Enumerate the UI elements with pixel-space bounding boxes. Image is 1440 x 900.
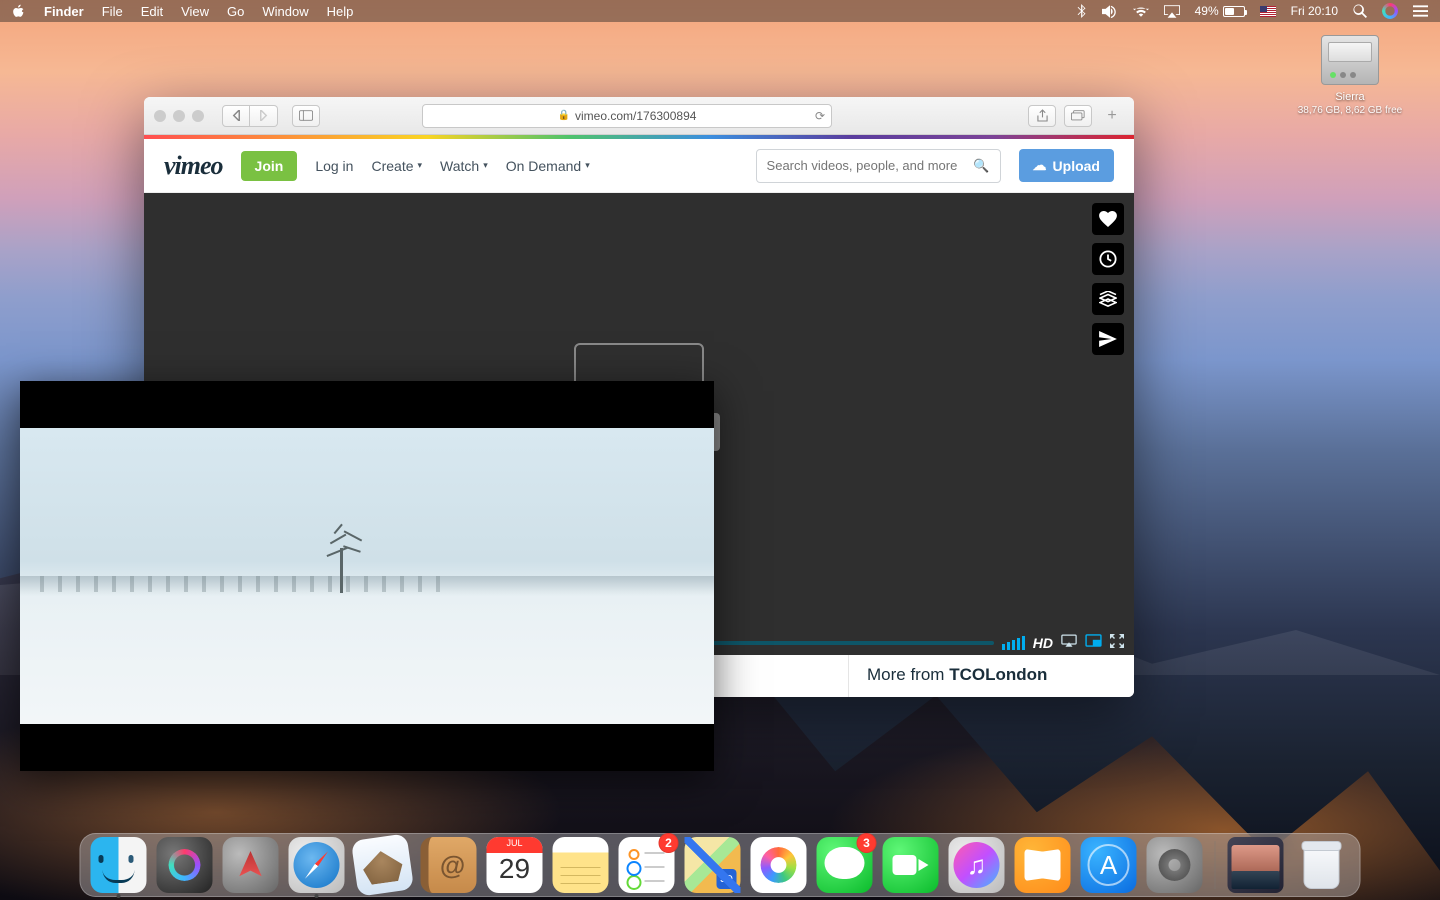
forward-button[interactable] <box>250 105 278 127</box>
dock-facetime[interactable] <box>883 837 939 893</box>
chevron-down-icon: ▾ <box>585 160 590 171</box>
menu-view[interactable]: View <box>181 4 209 19</box>
desktop-disk[interactable]: Sierra 38,76 GB, 8,62 GB free <box>1290 35 1410 116</box>
create-menu[interactable]: Create▾ <box>371 158 422 174</box>
window-controls <box>154 110 204 122</box>
menu-window[interactable]: Window <box>262 4 308 19</box>
collections-button[interactable] <box>1092 283 1124 315</box>
nav-buttons <box>222 105 278 127</box>
dock-system-preferences[interactable] <box>1147 837 1203 893</box>
pip-tree <box>311 523 371 593</box>
battery-percent: 49% <box>1195 4 1219 18</box>
volume-icon[interactable] <box>1102 5 1118 18</box>
chevron-down-icon: ▾ <box>418 160 423 171</box>
pip-control-icon[interactable] <box>1085 634 1102 652</box>
battery-icon <box>1223 6 1245 17</box>
wifi-icon[interactable] <box>1133 5 1149 17</box>
menu-help[interactable]: Help <box>327 4 354 19</box>
zoom-button[interactable] <box>192 110 204 122</box>
fullscreen-icon[interactable] <box>1110 634 1124 653</box>
dock: JUL 29 2 3D 3 <box>80 833 1361 897</box>
dock-notes[interactable] <box>553 837 609 893</box>
maps-3d-badge: 3D <box>717 869 737 889</box>
siri-menubar-icon[interactable] <box>1382 3 1398 19</box>
url-text: vimeo.com/176300894 <box>575 109 696 123</box>
search-icon[interactable]: 🔍 <box>973 158 989 174</box>
more-from-author[interactable]: TCOLondon <box>949 665 1047 684</box>
close-button[interactable] <box>154 110 166 122</box>
dock-trash[interactable] <box>1294 837 1350 893</box>
input-source-icon[interactable] <box>1260 6 1276 17</box>
disk-info: 38,76 GB, 8,62 GB free <box>1290 105 1410 116</box>
sidebar-button[interactable] <box>292 105 320 127</box>
tabs-button[interactable] <box>1064 105 1092 127</box>
dock-appstore[interactable] <box>1081 837 1137 893</box>
new-tab-button[interactable]: + <box>1100 105 1124 127</box>
dock-maps[interactable]: 3D <box>685 837 741 893</box>
reload-icon[interactable]: ⟳ <box>815 109 825 123</box>
dock-safari[interactable] <box>289 837 345 893</box>
airplay-icon[interactable] <box>1164 5 1180 18</box>
dock-messages[interactable]: 3 <box>817 837 873 893</box>
dock-reminders[interactable]: 2 <box>619 837 675 893</box>
disk-icon <box>1321 35 1379 85</box>
menubar: Finder File Edit View Go Window Help 49%… <box>0 0 1440 22</box>
airplay-control-icon[interactable] <box>1061 634 1077 652</box>
vimeo-search[interactable]: 🔍 <box>756 149 1001 183</box>
watch-later-button[interactable] <box>1092 243 1124 275</box>
apple-menu-icon[interactable] <box>12 4 26 18</box>
more-from-panel: More from TCOLondon <box>849 655 1134 697</box>
vimeo-logo[interactable]: vimeo <box>164 151 223 181</box>
share-button[interactable] <box>1028 105 1056 127</box>
menubar-app-name[interactable]: Finder <box>44 4 84 19</box>
spotlight-icon[interactable] <box>1353 4 1367 18</box>
dock-mail[interactable] <box>351 833 414 896</box>
menu-file[interactable]: File <box>102 4 123 19</box>
upload-button[interactable]: ☁ Upload <box>1019 149 1114 182</box>
battery-status[interactable]: 49% <box>1195 4 1245 18</box>
dock-photos[interactable] <box>751 837 807 893</box>
dock-separator <box>1215 841 1216 889</box>
volume-control[interactable] <box>1002 636 1025 650</box>
dock-siri[interactable] <box>157 837 213 893</box>
minimize-button[interactable] <box>173 110 185 122</box>
watch-menu[interactable]: Watch▾ <box>440 158 488 174</box>
notification-center-icon[interactable] <box>1413 5 1428 17</box>
safari-toolbar: 🔒 vimeo.com/176300894 ⟳ + <box>144 97 1134 135</box>
calendar-month: JUL <box>487 838 543 848</box>
login-link[interactable]: Log in <box>315 158 353 174</box>
back-button[interactable] <box>222 105 250 127</box>
reminders-badge: 2 <box>659 833 679 853</box>
lock-icon: 🔒 <box>558 110 570 121</box>
search-input[interactable] <box>767 158 974 173</box>
disk-name: Sierra <box>1290 91 1410 103</box>
dock-finder[interactable] <box>91 837 147 893</box>
dock-launchpad[interactable] <box>223 837 279 893</box>
dock-downloads[interactable] <box>1228 837 1284 893</box>
like-button[interactable] <box>1092 203 1124 235</box>
cloud-upload-icon: ☁ <box>1033 157 1047 174</box>
dock-itunes[interactable] <box>949 837 1005 893</box>
pip-video-content <box>20 428 714 724</box>
messages-badge: 3 <box>857 833 877 853</box>
menu-edit[interactable]: Edit <box>141 4 163 19</box>
calendar-day: 29 <box>487 853 543 885</box>
pip-window[interactable] <box>20 381 714 771</box>
ondemand-menu[interactable]: On Demand▾ <box>506 158 590 174</box>
url-bar[interactable]: 🔒 vimeo.com/176300894 ⟳ <box>422 104 832 128</box>
share-button[interactable] <box>1092 323 1124 355</box>
menu-go[interactable]: Go <box>227 4 244 19</box>
dock-contacts[interactable] <box>421 837 477 893</box>
menubar-clock[interactable]: Fri 20:10 <box>1291 4 1338 18</box>
dock-ibooks[interactable] <box>1015 837 1071 893</box>
chevron-down-icon: ▾ <box>483 160 488 171</box>
bluetooth-icon[interactable] <box>1077 4 1087 18</box>
vimeo-header: vimeo Join Log in Create▾ Watch▾ On Dema… <box>144 139 1134 193</box>
video-side-actions <box>1092 203 1124 355</box>
join-button[interactable]: Join <box>241 151 298 181</box>
dock-calendar[interactable]: JUL 29 <box>487 837 543 893</box>
hd-badge[interactable]: HD <box>1033 635 1053 651</box>
